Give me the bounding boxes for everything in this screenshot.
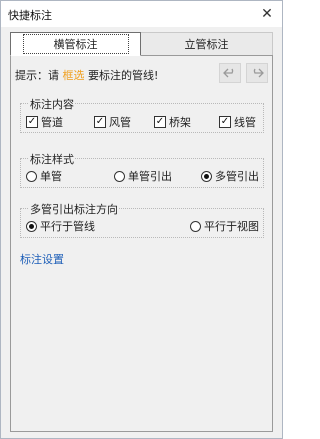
- hint-prefix: 提示：请: [15, 69, 63, 82]
- hint-pick: 框选: [62, 69, 85, 82]
- radio-multi-lead[interactable]: 多管引出: [201, 168, 259, 184]
- radio-single-pipe-label: 单管: [40, 170, 62, 183]
- check-icon: ✓: [26, 116, 38, 128]
- tab-vertical-pipe[interactable]: 立管标注: [141, 32, 273, 56]
- radio-icon: [114, 170, 125, 182]
- radio-parallel-view[interactable]: 平行于视图: [190, 218, 259, 234]
- content-group-label: 标注内容: [29, 96, 75, 112]
- hint-suffix: 要标注的管线!: [84, 69, 159, 82]
- radio-icon: [26, 220, 37, 232]
- undo-button[interactable]: [219, 63, 241, 83]
- title-bar: 快捷标注 ✕: [1, 1, 282, 27]
- annotation-settings-link[interactable]: 标注设置: [20, 251, 64, 267]
- checkbox-pipe-label: 管道: [41, 116, 63, 129]
- radio-single-lead-label: 单管引出: [128, 170, 172, 183]
- style-group: 标注样式 单管 单管引出 多管引出: [20, 151, 264, 188]
- check-icon: ✓: [154, 116, 166, 128]
- radio-parallel-view-label: 平行于视图: [204, 220, 259, 233]
- checkbox-tray[interactable]: ✓ 桥架: [154, 114, 191, 130]
- direction-group: 多管引出标注方向 平行于管线 平行于视图: [20, 201, 264, 238]
- radio-parallel-pipe-label: 平行于管线: [40, 220, 95, 233]
- radio-icon: [201, 170, 212, 182]
- check-icon: ✓: [94, 116, 106, 128]
- radio-icon: [26, 170, 37, 182]
- checkbox-duct[interactable]: ✓ 风管: [94, 114, 131, 130]
- checkbox-pipe[interactable]: ✓ 管道: [26, 114, 63, 130]
- checkbox-duct-label: 风管: [109, 116, 131, 129]
- radio-single-pipe[interactable]: 单管: [26, 168, 62, 184]
- content-group: 标注内容 ✓ 管道 ✓ 风管 ✓ 桥架 ✓ 线管: [20, 96, 264, 133]
- tab-vertical-pipe-label: 立管标注: [184, 38, 229, 51]
- window-title: 快捷标注: [8, 9, 52, 22]
- hint-text: 提示：请 框选 要标注的管线!: [15, 67, 158, 83]
- direction-group-label: 多管引出标注方向: [29, 201, 119, 217]
- radio-parallel-pipe[interactable]: 平行于管线: [26, 218, 95, 234]
- radio-icon: [190, 220, 201, 232]
- style-group-label: 标注样式: [29, 151, 75, 167]
- tab-horizontal-pipe-label: 横管标注: [22, 34, 129, 54]
- checkbox-conduit[interactable]: ✓ 线管: [219, 114, 256, 130]
- checkbox-tray-label: 桥架: [169, 116, 191, 129]
- redo-icon: [253, 68, 264, 78]
- undo-icon: [223, 68, 234, 78]
- quick-annotation-dialog: 快捷标注 ✕ 横管标注 立管标注 提示：请 框选 要标注的管线! 标注内容 ✓ …: [0, 0, 283, 439]
- check-icon: ✓: [219, 116, 231, 128]
- checkbox-conduit-label: 线管: [234, 116, 256, 129]
- redo-button[interactable]: [246, 63, 268, 83]
- close-icon[interactable]: ✕: [256, 4, 278, 24]
- tab-horizontal-pipe[interactable]: 横管标注: [10, 32, 141, 56]
- radio-single-lead[interactable]: 单管引出: [114, 168, 172, 184]
- radio-multi-lead-label: 多管引出: [215, 170, 259, 183]
- tab-bar: 横管标注 立管标注: [10, 32, 273, 56]
